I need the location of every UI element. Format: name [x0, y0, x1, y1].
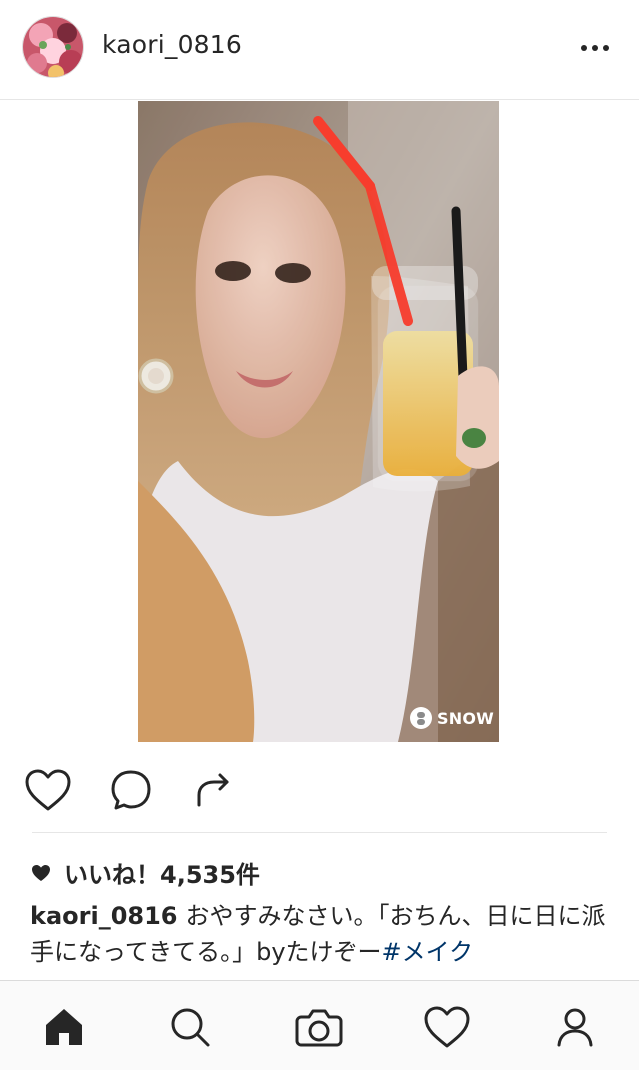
share-icon: [197, 773, 229, 807]
heart-filled-icon: [32, 864, 50, 881]
share-button[interactable]: [186, 760, 242, 820]
dot: [592, 45, 598, 51]
dot: [603, 45, 609, 51]
divider: [32, 832, 607, 833]
snow-watermark-text: SNOW: [437, 708, 494, 728]
photo-illustration: [138, 101, 499, 742]
post-caption: kaori_0816 おやすみなさい。「おちん、日に日に派手になってきてる。」by…: [30, 898, 610, 970]
snow-logo-icon: [410, 707, 432, 729]
caption-username[interactable]: kaori_0816: [30, 902, 178, 930]
avatar-image: [23, 17, 83, 77]
tab-camera[interactable]: [293, 1001, 345, 1053]
post-username[interactable]: kaori_0816: [102, 30, 242, 59]
snow-watermark: SNOW: [410, 703, 494, 733]
comment-icon: [111, 770, 151, 810]
tab-search[interactable]: [164, 1001, 216, 1053]
search-icon: [171, 1008, 210, 1047]
tab-profile[interactable]: [549, 1001, 601, 1053]
likes-text: いいね！4,535件: [64, 861, 260, 889]
post-photo[interactable]: [138, 101, 499, 742]
profile-icon: [557, 1008, 593, 1047]
more-options-icon[interactable]: [578, 36, 612, 60]
like-button[interactable]: [20, 760, 76, 820]
hashtag-link[interactable]: #メイク: [382, 938, 474, 966]
bottom-tab-bar: [0, 980, 639, 1070]
post-header: kaori_0816: [0, 0, 639, 100]
home-icon: [46, 1009, 82, 1045]
avatar[interactable]: [22, 16, 84, 78]
comment-button[interactable]: [103, 760, 159, 820]
heart-icon: [424, 1006, 470, 1048]
dot: [581, 45, 587, 51]
post-actions: [0, 760, 639, 830]
tab-activity[interactable]: [421, 1001, 473, 1053]
tab-home[interactable]: [38, 1001, 90, 1053]
camera-icon: [295, 1009, 343, 1047]
heart-icon: [25, 769, 71, 811]
likes-count[interactable]: いいね！4,535件: [30, 855, 260, 890]
